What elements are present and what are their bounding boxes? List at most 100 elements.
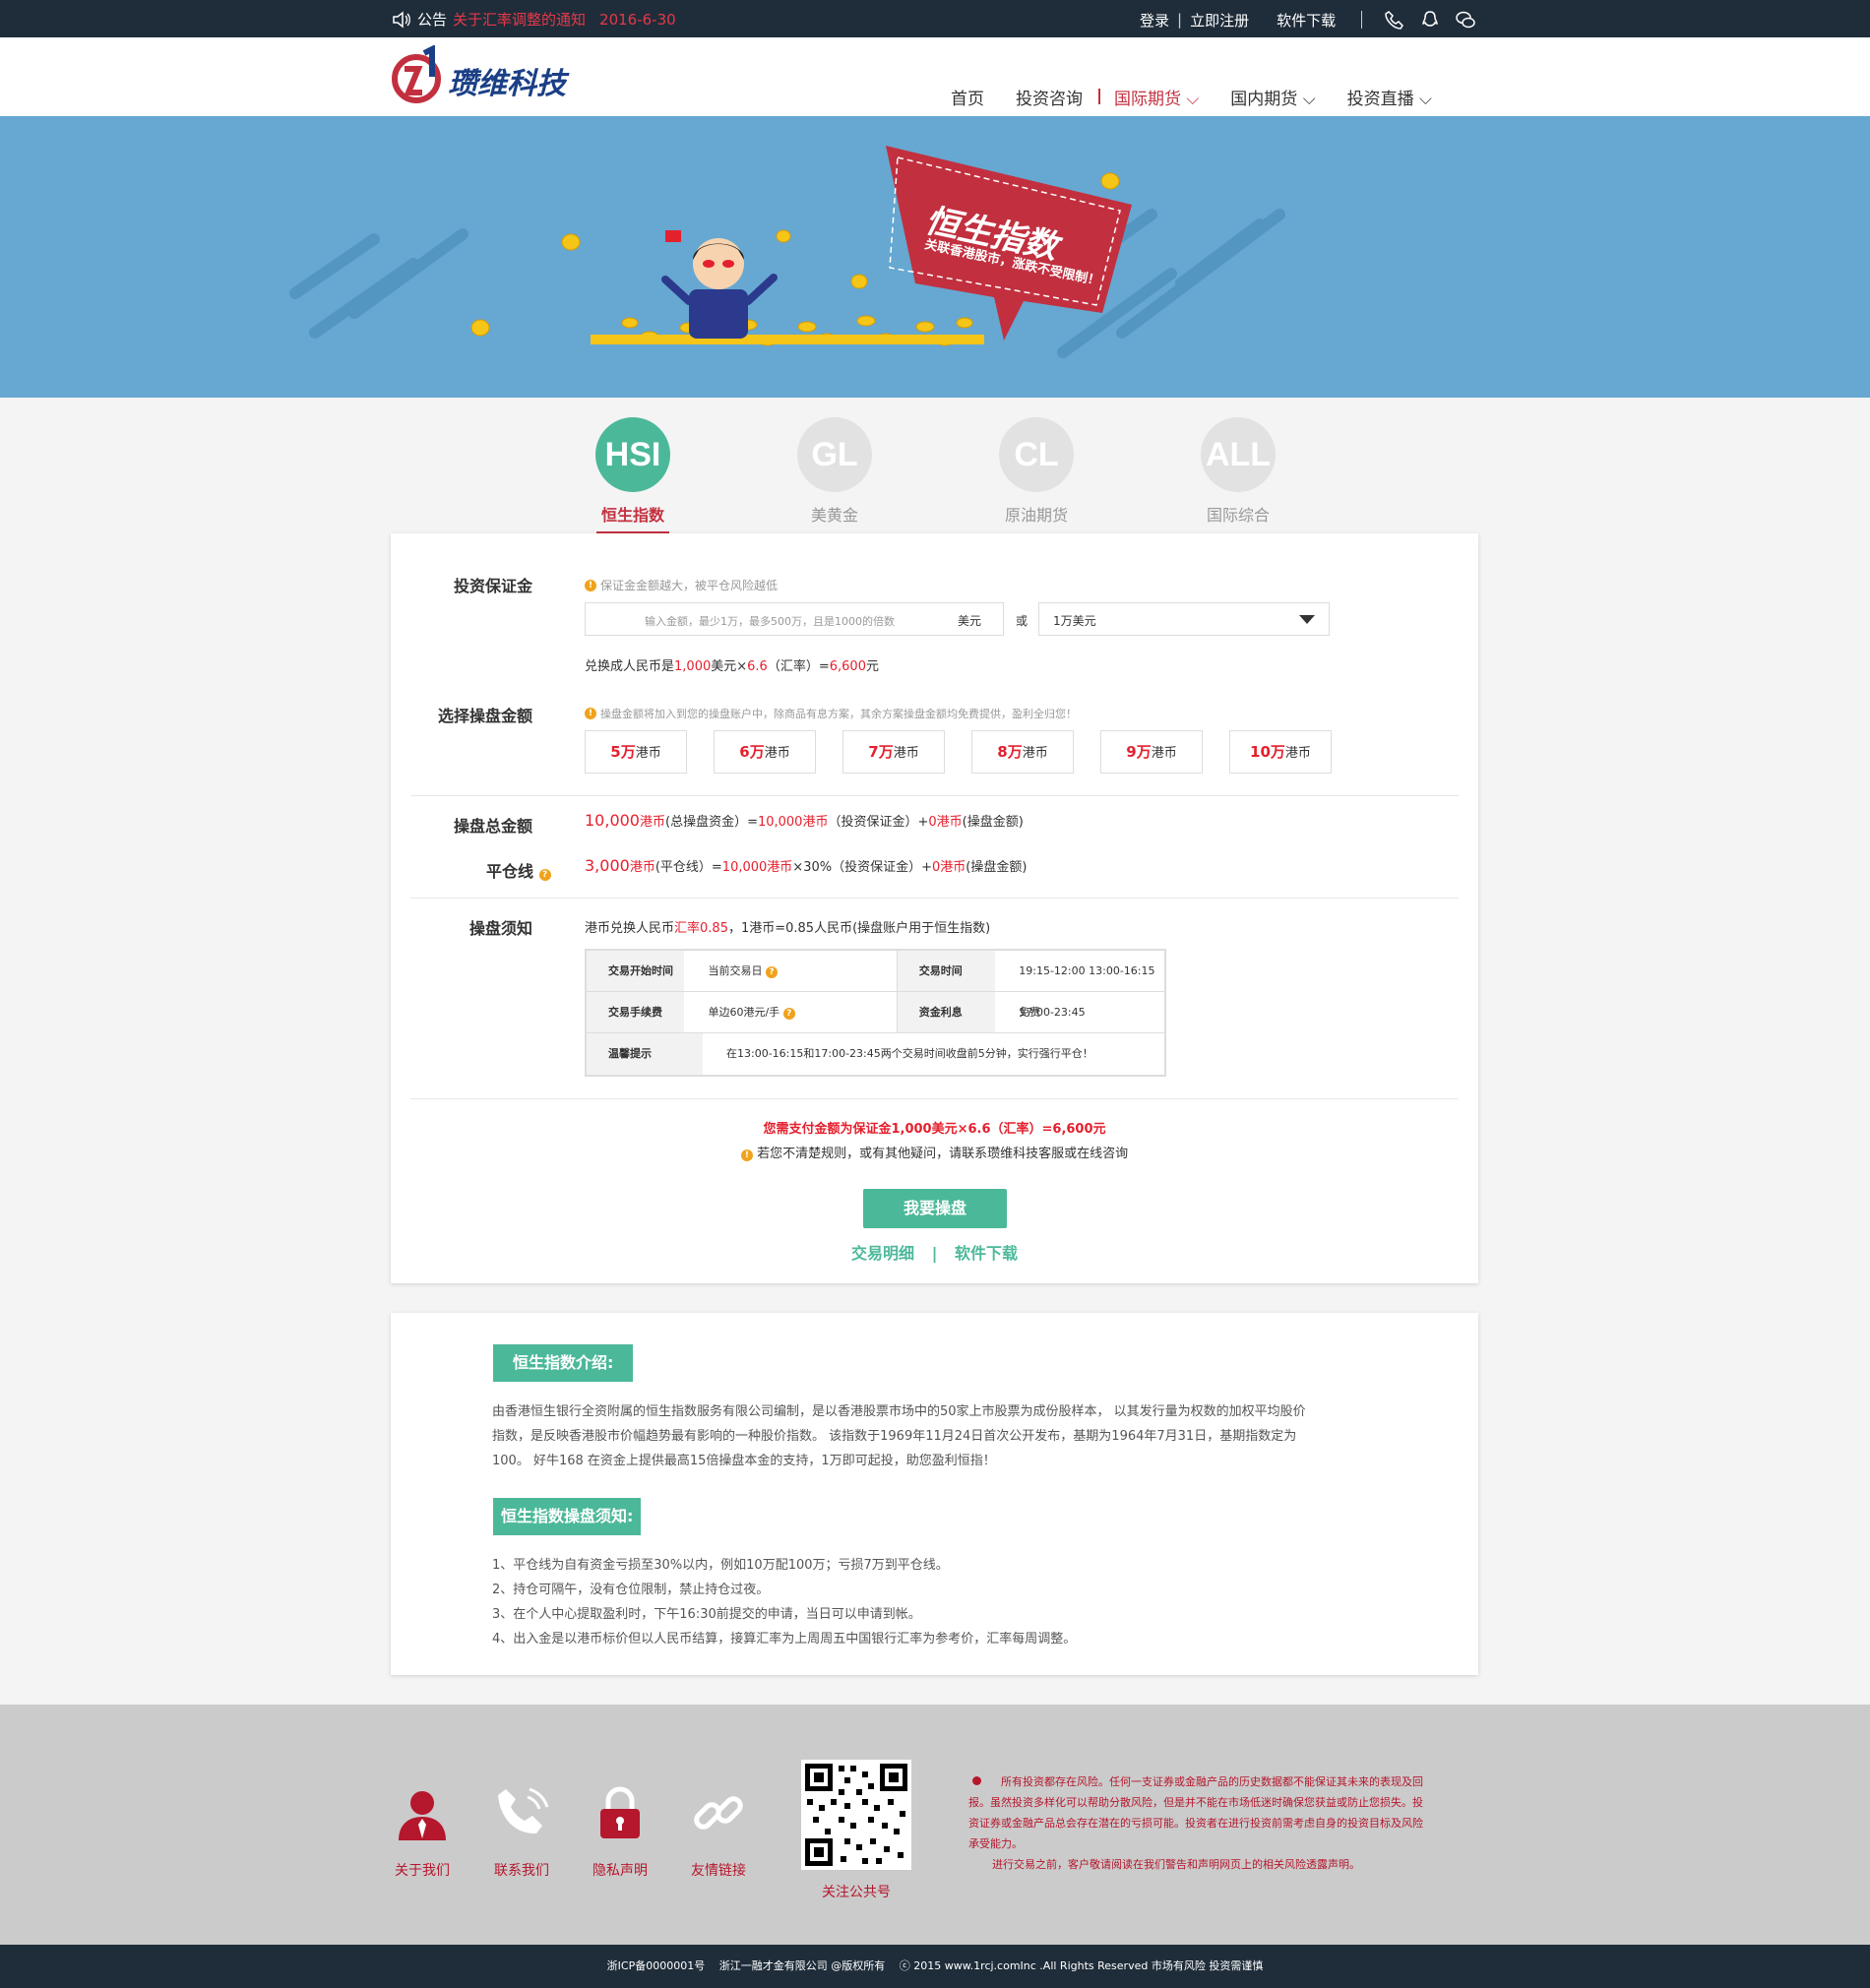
table-key: 交易时间 bbox=[897, 951, 996, 991]
list-item: 2、持仓可隔午，没有仓位限制，禁止持仓过夜。 bbox=[492, 1583, 770, 1597]
amount-hint-text: 操盘金额将加入到您的操盘账户中，除商品有息方案，其余方案操盘金额均免费提供，盈利… bbox=[600, 708, 1077, 720]
amount-option[interactable]: 7万港币 bbox=[842, 730, 945, 774]
nav-label: 国际期货 bbox=[1114, 90, 1181, 109]
banner-streaks-illustration bbox=[289, 146, 1285, 358]
nav-intl-futures[interactable]: 国际期货 ⌵ bbox=[1098, 85, 1215, 109]
caret-down-icon bbox=[1299, 615, 1315, 624]
nav-home[interactable]: 首页 bbox=[935, 85, 1000, 109]
wechat-icon[interactable] bbox=[1455, 9, 1476, 31]
rules-tag: 恒生指数操盘须知: bbox=[493, 1498, 642, 1535]
announcement[interactable]: 公告 关于汇率调整的通知 2016-6-30 bbox=[392, 9, 676, 30]
amount-option[interactable]: 10万港币 bbox=[1229, 730, 1332, 774]
margin-unit: 美元 bbox=[958, 614, 982, 628]
nav-label: 投资直播 bbox=[1346, 90, 1414, 109]
nav-consult[interactable]: 投资咨询 bbox=[1000, 85, 1098, 109]
tab-label: 原油期货 bbox=[1004, 506, 1068, 525]
chevron-down-icon: ⌵ bbox=[1297, 90, 1316, 109]
tab-label: 国际综合 bbox=[1206, 506, 1270, 525]
logo-text: 瓒维科技 bbox=[448, 67, 566, 101]
intro-paragraph: 由香港恒生银行全资附属的恒生指数服务有限公司编制，是以香港股票市场中的50家上市… bbox=[492, 1404, 1306, 1468]
help-icon[interactable]: ? bbox=[782, 1008, 795, 1020]
trade-form-card: 投资保证金 ! 保证金金额越大，被平仓风险越低 输入金额，最少1万，最多500万，… bbox=[391, 533, 1478, 1283]
bullet-icon bbox=[972, 1776, 981, 1785]
amount-option[interactable]: 6万港币 bbox=[714, 730, 816, 774]
lock-icon bbox=[600, 1786, 640, 1838]
table-row: 温馨提示 在13:00-16:15和17:00-23:45两个交易时间收盘前5分… bbox=[587, 1033, 1164, 1075]
help-icon[interactable]: ? bbox=[538, 869, 551, 881]
trade-detail-link[interactable]: 交易明细 bbox=[851, 1244, 914, 1263]
footer bbox=[0, 1705, 1870, 1945]
friend-links-link[interactable]: 友情链接 bbox=[679, 1783, 758, 1880]
amount-option[interactable]: 5万港币 bbox=[585, 730, 687, 774]
notice-text: 港币兑换人民币汇率0.85，1港币=0.85人民币(操盘账户用于恒生指数) bbox=[585, 921, 991, 936]
nav-domestic-futures[interactable]: 国内期货 ⌵ bbox=[1215, 85, 1331, 109]
announcement-label: 公告 bbox=[417, 11, 448, 29]
register-link[interactable]: 立即注册 bbox=[1190, 10, 1249, 31]
nav-live[interactable]: 投资直播 ⌵ bbox=[1332, 85, 1448, 109]
speaker-icon bbox=[393, 10, 410, 29]
table-key: 交易开始时间 bbox=[587, 951, 685, 991]
table-value: 当前交易日 ? bbox=[684, 951, 898, 991]
phone-icon bbox=[498, 1787, 549, 1834]
announcement-title[interactable]: 关于汇率调整的通知 bbox=[453, 9, 586, 30]
intro-tag: 恒生指数介绍: bbox=[493, 1344, 634, 1382]
privacy-link[interactable]: 隐私声明 bbox=[581, 1783, 659, 1880]
tab-hsi[interactable]: HSI 恒生指数 bbox=[559, 417, 707, 534]
margin-input[interactable]: 输入金额，最少1万，最多500万，且是1000的倍数 美元 bbox=[585, 602, 1004, 636]
top-links: 登录 | 立即注册 软件下载 bbox=[1140, 9, 1490, 31]
logo-mark-icon bbox=[392, 45, 441, 103]
top-bar: 公告 关于汇率调整的通知 2016-6-30 登录 | 立即注册 软件下载 bbox=[0, 0, 1870, 37]
footer-links: 交易明细 | 软件下载 bbox=[391, 1240, 1478, 1264]
info-icon: ! bbox=[585, 579, 596, 591]
info-icon: ! bbox=[740, 1149, 753, 1161]
tab-cl[interactable]: CL 原油期货 bbox=[963, 417, 1110, 526]
margin-select[interactable]: 1万美元 bbox=[1038, 602, 1330, 636]
table-value: 19:15-12:00 13:00-16:15 17:00-23:45 bbox=[1019, 964, 1155, 1019]
intro-card: 恒生指数介绍: 由香港恒生银行全资附属的恒生指数服务有限公司编制，是以香港股票市… bbox=[391, 1313, 1478, 1675]
software-download-link[interactable]: 软件下载 bbox=[955, 1244, 1018, 1263]
payment-summary: 您需支付金额为保证金1,000美元×6.6（汇率）=6,600元 bbox=[763, 1122, 1106, 1137]
margin-hint-text: 保证金金额越大，被平仓风险越低 bbox=[600, 579, 779, 592]
qq-icon[interactable] bbox=[1419, 9, 1441, 31]
risk-disclaimer: 所有投资都存在风险。任何一支证券或金融产品的历史数据都不能保证其未来的表现及回 … bbox=[968, 1775, 1423, 1871]
contact-us-link[interactable]: 联系我们 bbox=[482, 1783, 561, 1880]
mascot bbox=[661, 230, 778, 339]
qr-label: 关注公共号 bbox=[822, 1885, 891, 1900]
margin-label: 投资保证金 bbox=[454, 577, 533, 595]
hero-banner: 恒生指数 关联香港股市，涨跌不受限制！ bbox=[0, 116, 1870, 398]
phone-icon[interactable] bbox=[1384, 9, 1405, 31]
copyright-bar: 浙ICP备0000001号 浙江一融才金有限公司 @版权所有 ⓒ 2015 ww… bbox=[0, 1945, 1870, 1988]
tab-all[interactable]: ALL 国际综合 bbox=[1164, 417, 1312, 526]
about-us-link[interactable]: 关于我们 bbox=[383, 1783, 462, 1880]
amount-option[interactable]: 8万港币 bbox=[971, 730, 1074, 774]
margin-input-placeholder: 输入金额，最少1万，最多500万，且是1000的倍数 bbox=[645, 615, 895, 628]
start-trading-button[interactable]: 我要操盘 bbox=[863, 1189, 1007, 1228]
tab-code: CL bbox=[999, 417, 1074, 492]
divider: | bbox=[1177, 11, 1183, 29]
tab-code: GL bbox=[797, 417, 872, 492]
login-link[interactable]: 登录 bbox=[1140, 10, 1169, 31]
table-row: 交易手续费 单边60港元/手 ? 资金利息 免费 bbox=[587, 992, 1164, 1033]
divider bbox=[410, 795, 1459, 796]
list-item: 3、在个人中心提取盈利时，下午16:30前提交的申请，当日可以申请到帐。 bbox=[492, 1607, 921, 1622]
table-value: 免费 bbox=[1019, 1006, 1041, 1019]
download-link[interactable]: 软件下载 bbox=[1277, 10, 1336, 31]
amount-hint: ! 操盘金额将加入到您的操盘账户中，除商品有息方案，其余方案操盘金额均免费提供，盈… bbox=[585, 706, 1077, 721]
trade-info-table: 交易开始时间 当前交易日 ? 交易时间 19:15-12:00 13:00-16… bbox=[585, 949, 1166, 1077]
amount-option[interactable]: 9万港币 bbox=[1100, 730, 1203, 774]
list-item: 4、出入金是以港币标价但以人民币结算，接算汇率为上周周五中国银行汇率为参考价，汇… bbox=[492, 1632, 1077, 1646]
amount-label: 选择操盘金额 bbox=[438, 707, 533, 725]
nav-label: 国内期货 bbox=[1230, 90, 1298, 109]
logo[interactable]: 瓒维科技 bbox=[391, 43, 593, 112]
tab-gl[interactable]: GL 美黄金 bbox=[761, 417, 908, 526]
announcement-date: 2016-6-30 bbox=[599, 10, 676, 29]
table-key: 资金利息 bbox=[897, 992, 996, 1032]
close-line-label: 平仓线 ? bbox=[486, 858, 551, 882]
qr-code bbox=[801, 1760, 911, 1870]
total-label: 操盘总金额 bbox=[454, 817, 533, 836]
main-nav: 首页 投资咨询 国际期货 ⌵ 国内期货 ⌵ 投资直播 ⌵ bbox=[935, 85, 1448, 109]
list-item: 1、平仓线为自有资金亏损至30%以内，例如10万配100万；亏损7万到平仓线。 bbox=[492, 1558, 949, 1573]
help-icon[interactable]: ? bbox=[765, 966, 778, 978]
rules-list: 1、平仓线为自有资金亏损至30%以内，例如10万配100万；亏损7万到平仓线。 … bbox=[492, 1553, 1378, 1651]
close-line-formula: 3,000港币(平仓线）=10,000港币×30%（投资保证金）+0港币(操盘金… bbox=[585, 856, 1028, 875]
